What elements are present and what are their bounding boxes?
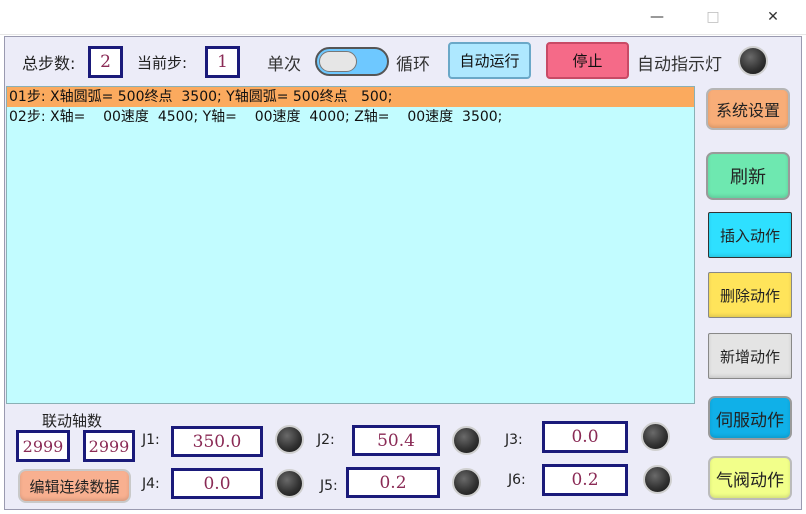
joint-label-j3: J3: [505, 432, 523, 448]
joint-value-j3[interactable]: 0.0 [542, 421, 628, 453]
delete-action-button[interactable]: 删除动作 [708, 272, 792, 318]
single-loop-toggle[interactable] [315, 47, 389, 76]
linked-axis-field-2[interactable]: 2999 [83, 430, 135, 462]
add-action-button[interactable]: 新增动作 [708, 333, 792, 379]
joint-label-j6: J6: [508, 472, 526, 488]
joint-lamp-j4 [275, 469, 304, 498]
joint-value-j1[interactable]: 350.0 [171, 426, 263, 457]
refresh-button[interactable]: 刷新 [706, 152, 790, 200]
minimize-icon[interactable]: — [634, 0, 680, 34]
total-steps-field[interactable]: 2 [88, 46, 123, 78]
joint-lamp-j1 [275, 425, 304, 454]
joint-label-j2: J2: [317, 432, 335, 448]
joint-lamp-j6 [643, 465, 672, 494]
insert-action-button[interactable]: 插入动作 [708, 212, 792, 258]
linked-axis-field-1[interactable]: 2999 [16, 430, 70, 462]
single-mode-label: 单次 [267, 55, 301, 75]
linked-axis-label: 联动轴数 [42, 412, 103, 430]
auto-indicator-lamp [738, 46, 768, 76]
joint-value-j6[interactable]: 0.2 [542, 464, 628, 496]
loop-mode-label: 循环 [396, 55, 430, 75]
edit-continuous-data-button[interactable]: 编辑连续数据 [18, 469, 131, 503]
toggle-knob [319, 51, 357, 72]
valve-action-button[interactable]: 气阀动作 [708, 456, 792, 500]
current-step-label: 当前步: [137, 54, 188, 72]
joint-label-j4: J4: [142, 476, 160, 492]
joint-value-j2[interactable]: 50.4 [352, 425, 440, 456]
joint-lamp-j3 [641, 422, 670, 451]
stop-button[interactable]: 停止 [546, 42, 629, 79]
joint-value-j5[interactable]: 0.2 [346, 467, 440, 498]
joint-value-j4[interactable]: 0.0 [171, 468, 263, 499]
maximize-icon[interactable]: □ [690, 0, 736, 34]
joint-lamp-j5 [452, 468, 481, 497]
current-step-field[interactable]: 1 [205, 46, 240, 78]
total-steps-label: 总步数: [22, 54, 76, 73]
auto-run-button[interactable]: 自动运行 [448, 42, 531, 79]
auto-lamp-label: 自动指示灯 [637, 55, 722, 75]
joint-label-j5: J5: [320, 478, 338, 494]
joint-lamp-j2 [452, 426, 481, 455]
title-bar: — □ ✕ [0, 0, 806, 35]
step-row[interactable]: 02步: X轴= 00速度 4500; Y轴= 00速度 4000; Z轴= 0… [7, 107, 694, 127]
close-icon[interactable]: ✕ [750, 0, 796, 34]
system-settings-button[interactable]: 系统设置 [706, 88, 790, 130]
step-list[interactable]: 01步: X轴圆弧= 500终点 3500; Y轴圆弧= 500终点 500; … [6, 86, 695, 404]
joint-label-j1: J1: [142, 432, 160, 448]
servo-action-button[interactable]: 伺服动作 [708, 396, 792, 440]
step-row[interactable]: 01步: X轴圆弧= 500终点 3500; Y轴圆弧= 500终点 500; [7, 87, 694, 107]
